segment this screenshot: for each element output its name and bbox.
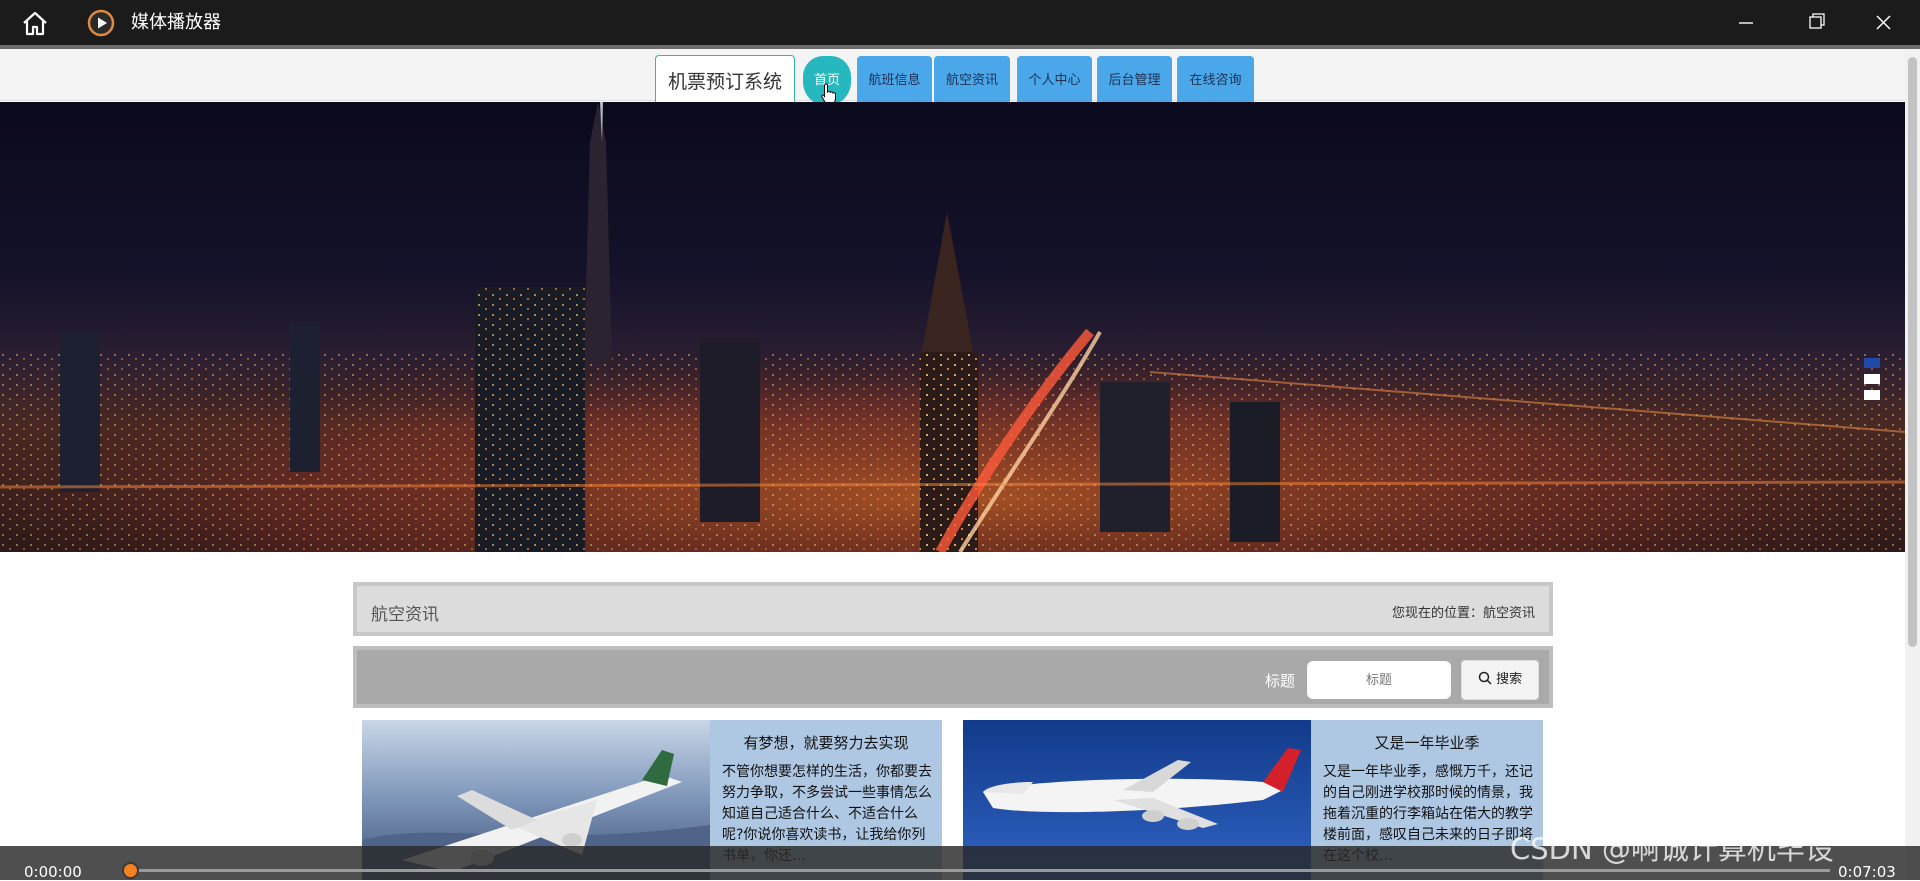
window-titlebar: 媒体播放器	[0, 0, 1920, 45]
seek-bar[interactable]	[130, 869, 1830, 872]
breadcrumb: 您现在的位置：航空资讯	[1391, 606, 1535, 621]
slide-dot[interactable]	[1864, 358, 1880, 368]
hero-banner	[0, 102, 1905, 552]
site-brand[interactable]: 机票预订系统	[655, 55, 795, 107]
watermark: CSDN @啊诚计算机毕设	[1510, 832, 1834, 866]
home-icon[interactable]	[20, 9, 50, 37]
window-title: 媒体播放器	[131, 12, 221, 33]
nav-item-flights[interactable]: 航班信息	[857, 56, 932, 106]
section-header: 航空资讯 您现在的位置：航空资讯	[353, 582, 1553, 636]
total-time: 0:07:03	[1838, 863, 1896, 881]
search-button-label: 搜索	[1496, 672, 1523, 687]
search-bar: 标题 搜索	[353, 646, 1553, 708]
search-button[interactable]: 搜索	[1461, 660, 1539, 700]
search-label: 标题	[1265, 672, 1296, 690]
scrollbar-thumb[interactable]	[1908, 57, 1917, 647]
article-title[interactable]: 有梦想，就要努力去实现	[710, 732, 942, 753]
play-circle-icon	[87, 9, 115, 37]
slider-indicators	[1864, 358, 1880, 406]
seek-handle[interactable]	[122, 862, 139, 879]
section-title: 航空资讯	[371, 605, 439, 625]
current-time: 0:00:00	[24, 863, 82, 881]
minimize-icon[interactable]	[1716, 0, 1776, 45]
article-title[interactable]: 又是一年毕业季	[1311, 732, 1543, 753]
nav-item-admin[interactable]: 后台管理	[1097, 56, 1172, 106]
page-scrollbar[interactable]	[1905, 49, 1920, 880]
nav-item-news[interactable]: 航空资讯	[934, 56, 1010, 106]
nav-item-profile[interactable]: 个人中心	[1017, 56, 1092, 106]
close-icon[interactable]	[1854, 0, 1914, 45]
search-icon	[1478, 671, 1492, 685]
web-page: 机票预订系统 首页 航班信息 航空资讯 个人中心 后台管理 在线咨询 航空资讯 …	[0, 49, 1905, 880]
restore-icon[interactable]	[1786, 0, 1846, 45]
slide-dot[interactable]	[1864, 374, 1880, 384]
slide-dot[interactable]	[1864, 390, 1880, 400]
city-night-skyline-image	[0, 102, 1905, 552]
nav-item-consult[interactable]: 在线咨询	[1177, 56, 1254, 106]
search-input[interactable]	[1307, 661, 1451, 699]
top-nav: 机票预订系统 首页 航班信息 航空资讯 个人中心 后台管理 在线咨询	[0, 49, 1905, 107]
